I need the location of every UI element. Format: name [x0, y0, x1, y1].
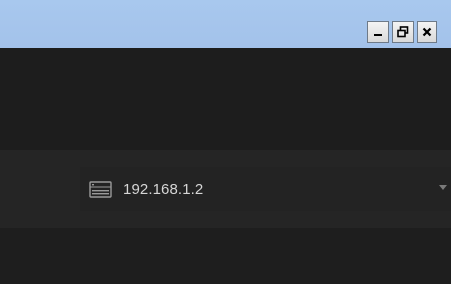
close-button[interactable]: [417, 21, 437, 43]
chevron-down-icon[interactable]: [439, 185, 447, 190]
content-area: [0, 228, 451, 284]
minimize-button[interactable]: [367, 21, 389, 43]
title-bar[interactable]: [0, 0, 451, 48]
minimize-icon: [374, 34, 382, 36]
window-controls: [367, 21, 437, 43]
device-row: 192.168.1.2: [0, 150, 451, 228]
close-icon: [422, 27, 432, 37]
header-area: [0, 48, 451, 150]
restore-button[interactable]: [392, 21, 414, 43]
restore-icon: [397, 26, 409, 38]
network-device-icon: [89, 180, 112, 198]
device-select[interactable]: 192.168.1.2: [80, 167, 451, 211]
selected-device-label: 192.168.1.2: [123, 180, 204, 198]
app-window: 192.168.1.2: [0, 0, 451, 284]
